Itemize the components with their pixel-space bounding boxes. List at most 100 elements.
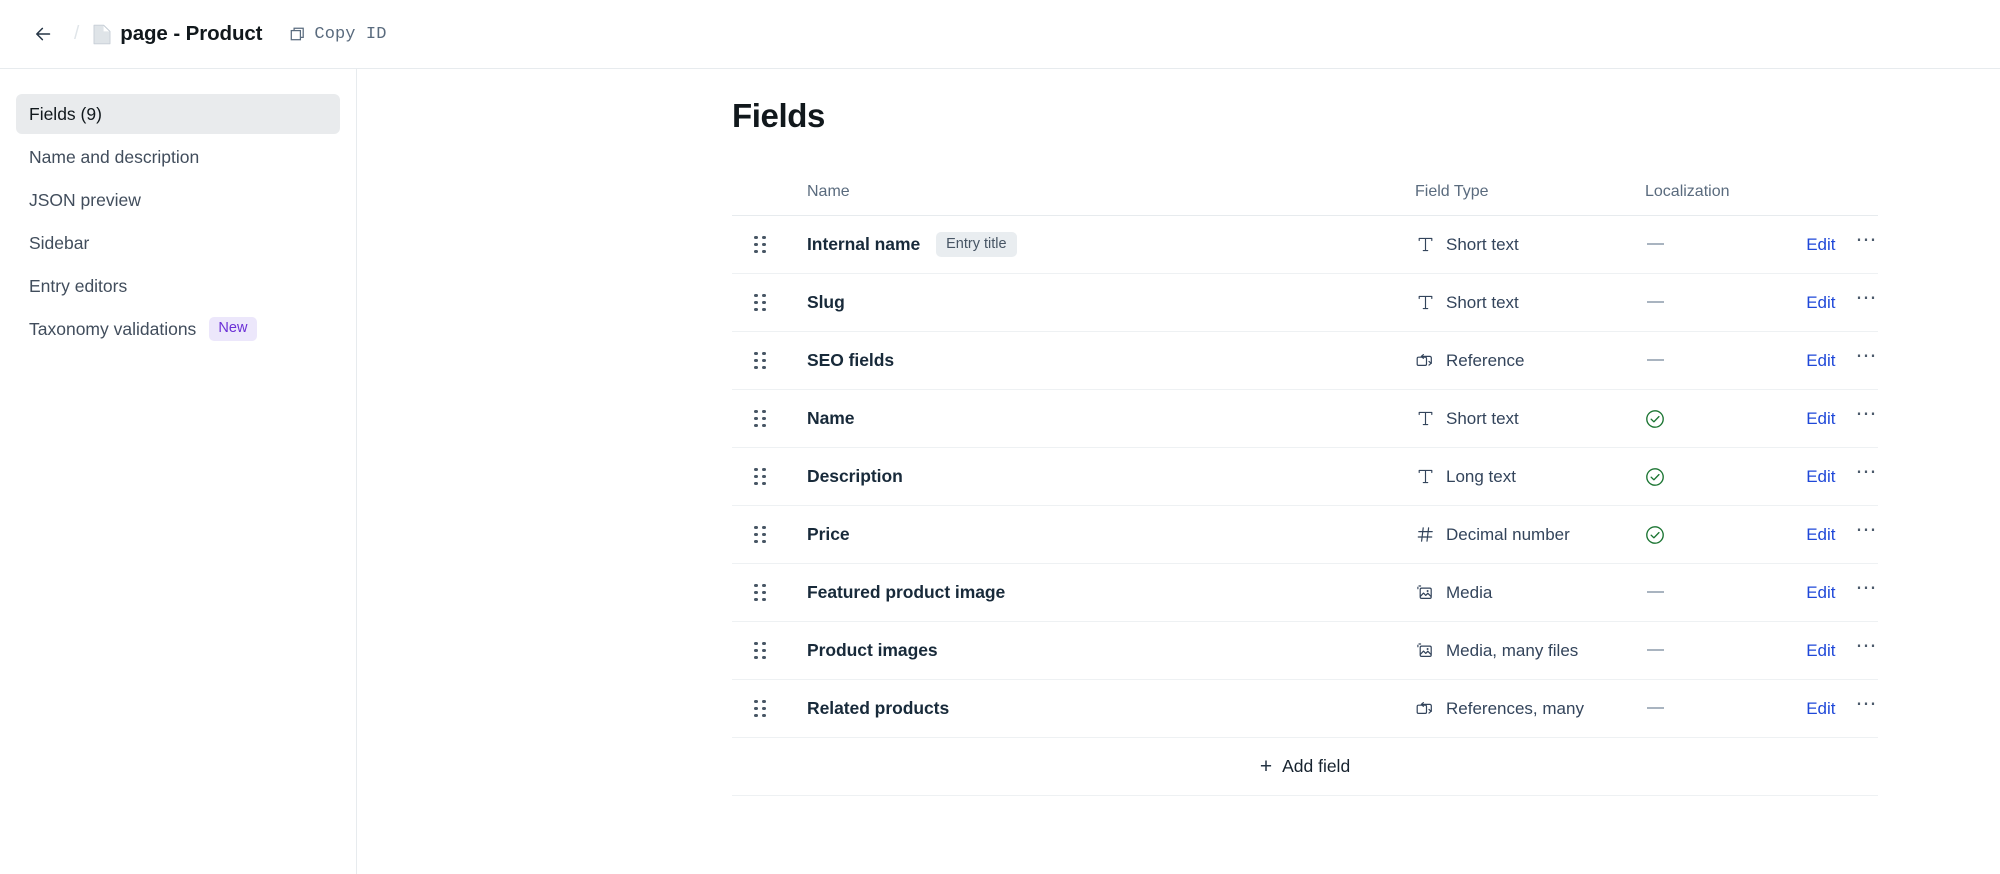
edit-link[interactable]: Edit	[1806, 467, 1835, 486]
row-more-menu-icon[interactable]: ⋯	[1856, 402, 1879, 425]
sidebar-item-entry-editors[interactable]: Entry editors	[16, 266, 340, 306]
drag-handle-icon[interactable]	[754, 293, 768, 312]
text-icon	[1415, 409, 1435, 429]
edit-link[interactable]: Edit	[1806, 525, 1835, 544]
column-header-actions	[1780, 183, 1878, 216]
breadcrumb-separator: /	[74, 23, 80, 44]
field-name: Product images	[807, 640, 938, 660]
row-actions-cell: Edit ⋯	[1780, 563, 1879, 622]
row-more-menu-icon[interactable]: ⋯	[1856, 228, 1879, 251]
drag-handle-icon[interactable]	[754, 699, 768, 718]
reference-icon	[1415, 699, 1435, 719]
row-name-cell: Related products	[807, 679, 1415, 738]
sidebar-item-name-and-description[interactable]: Name and description	[16, 137, 340, 177]
sidebar-item-json-preview[interactable]: JSON preview	[16, 180, 340, 220]
column-header-localization: Localization	[1645, 183, 1780, 216]
media-icon	[1415, 583, 1435, 603]
table-row[interactable]: Featured product image Media Edit ⋯	[732, 563, 1879, 622]
sidebar-item-label: Entry editors	[29, 275, 128, 296]
drag-handle-icon[interactable]	[754, 351, 768, 370]
localization-none-dash	[1647, 359, 1664, 362]
drag-handle-icon[interactable]	[754, 525, 768, 544]
field-type-label: Short text	[1446, 292, 1519, 312]
table-row[interactable]: SEO fields Reference Edit ⋯	[732, 331, 1879, 390]
edit-link[interactable]: Edit	[1806, 293, 1835, 312]
row-localization-cell	[1645, 679, 1780, 738]
sidebar-item-sidebar[interactable]: Sidebar	[16, 223, 340, 263]
table-header-row: Name Field Type Localization	[732, 183, 1878, 216]
drag-handle-icon[interactable]	[754, 235, 768, 254]
edit-link[interactable]: Edit	[1806, 641, 1835, 660]
row-type-cell: Short text	[1415, 215, 1645, 274]
table-row[interactable]: Slug Short text Edit ⋯	[732, 273, 1879, 332]
main-content: Fields Name Field Type Localization Inte…	[357, 69, 2000, 874]
drag-handle-icon[interactable]	[754, 409, 768, 428]
row-more-menu-icon[interactable]: ⋯	[1856, 518, 1879, 541]
field-name: Slug	[807, 292, 845, 312]
edit-link[interactable]: Edit	[1806, 351, 1835, 370]
localization-none-dash	[1647, 301, 1664, 304]
drag-handle-icon[interactable]	[754, 583, 768, 602]
row-actions-cell: Edit ⋯	[1780, 331, 1879, 390]
sidebar: Fields (9) Name and description JSON pre…	[0, 69, 357, 874]
field-name: Description	[807, 466, 903, 486]
reference-icon	[1415, 351, 1435, 371]
field-type-label: Media, many files	[1446, 640, 1579, 660]
column-header-name: Name	[807, 183, 1415, 216]
row-localization-cell	[1645, 273, 1780, 332]
row-more-menu-icon[interactable]: ⋯	[1856, 576, 1879, 599]
row-more-menu-icon[interactable]: ⋯	[1856, 460, 1879, 483]
row-actions-cell: Edit ⋯	[1780, 621, 1879, 680]
sidebar-item-taxonomy-validations[interactable]: Taxonomy validations New	[16, 309, 340, 349]
copy-id-button[interactable]: Copy ID	[290, 25, 386, 44]
row-handle-cell	[732, 447, 807, 506]
localization-none-dash	[1647, 707, 1664, 710]
row-handle-cell	[732, 389, 807, 448]
table-row[interactable]: Internal name Entry title Short text Edit ⋯	[732, 215, 1879, 274]
row-actions-cell: Edit ⋯	[1780, 273, 1879, 332]
sidebar-item-fields[interactable]: Fields (9)	[16, 94, 340, 134]
row-name-cell: Product images	[807, 621, 1415, 680]
field-type-label: Media	[1446, 582, 1493, 602]
row-localization-cell	[1645, 389, 1780, 448]
table-row[interactable]: Price Decimal number Edit ⋯	[732, 505, 1879, 564]
table-row[interactable]: Product images Media, many files Edit ⋯	[732, 621, 1879, 680]
table-row[interactable]: Description Long text Edit ⋯	[732, 447, 1879, 506]
copy-id-label: Copy ID	[314, 24, 387, 44]
table-row[interactable]: Related products References, many Edit ⋯	[732, 679, 1879, 738]
field-name: Internal name	[807, 234, 921, 254]
row-type-cell: Short text	[1415, 273, 1645, 332]
localization-none-dash	[1647, 649, 1664, 652]
row-type-cell: Media	[1415, 563, 1645, 622]
table-row[interactable]: Name Short text Edit ⋯	[732, 389, 1879, 448]
add-field-label: Add field	[1282, 756, 1351, 776]
row-actions-cell: Edit ⋯	[1780, 679, 1879, 738]
row-more-menu-icon[interactable]: ⋯	[1856, 634, 1879, 657]
row-more-menu-icon[interactable]: ⋯	[1856, 286, 1879, 309]
row-actions-cell: Edit ⋯	[1780, 447, 1879, 506]
add-field-button[interactable]: + Add field	[732, 738, 1878, 796]
field-type-label: Short text	[1446, 408, 1519, 428]
row-handle-cell	[732, 331, 807, 390]
row-more-menu-icon[interactable]: ⋯	[1856, 692, 1879, 715]
row-handle-cell	[732, 215, 807, 274]
edit-link[interactable]: Edit	[1806, 409, 1835, 428]
row-name-cell: Description	[807, 447, 1415, 506]
back-arrow-icon[interactable]	[30, 21, 56, 47]
drag-handle-icon[interactable]	[754, 467, 768, 486]
row-handle-cell	[732, 273, 807, 332]
field-type-label: Reference	[1446, 350, 1525, 370]
edit-link[interactable]: Edit	[1806, 699, 1835, 718]
edit-link[interactable]: Edit	[1806, 583, 1835, 602]
media-icon	[1415, 641, 1435, 661]
edit-link[interactable]: Edit	[1806, 235, 1835, 254]
entry-title-badge: Entry title	[936, 231, 1017, 258]
drag-handle-icon[interactable]	[754, 641, 768, 660]
text-icon	[1415, 293, 1435, 313]
localization-enabled-icon	[1645, 409, 1780, 429]
row-more-menu-icon[interactable]: ⋯	[1856, 344, 1879, 367]
row-name-cell: Name	[807, 389, 1415, 448]
field-name: Name	[807, 408, 855, 428]
field-type-label: Long text	[1446, 466, 1516, 486]
localization-none-dash	[1647, 591, 1664, 594]
